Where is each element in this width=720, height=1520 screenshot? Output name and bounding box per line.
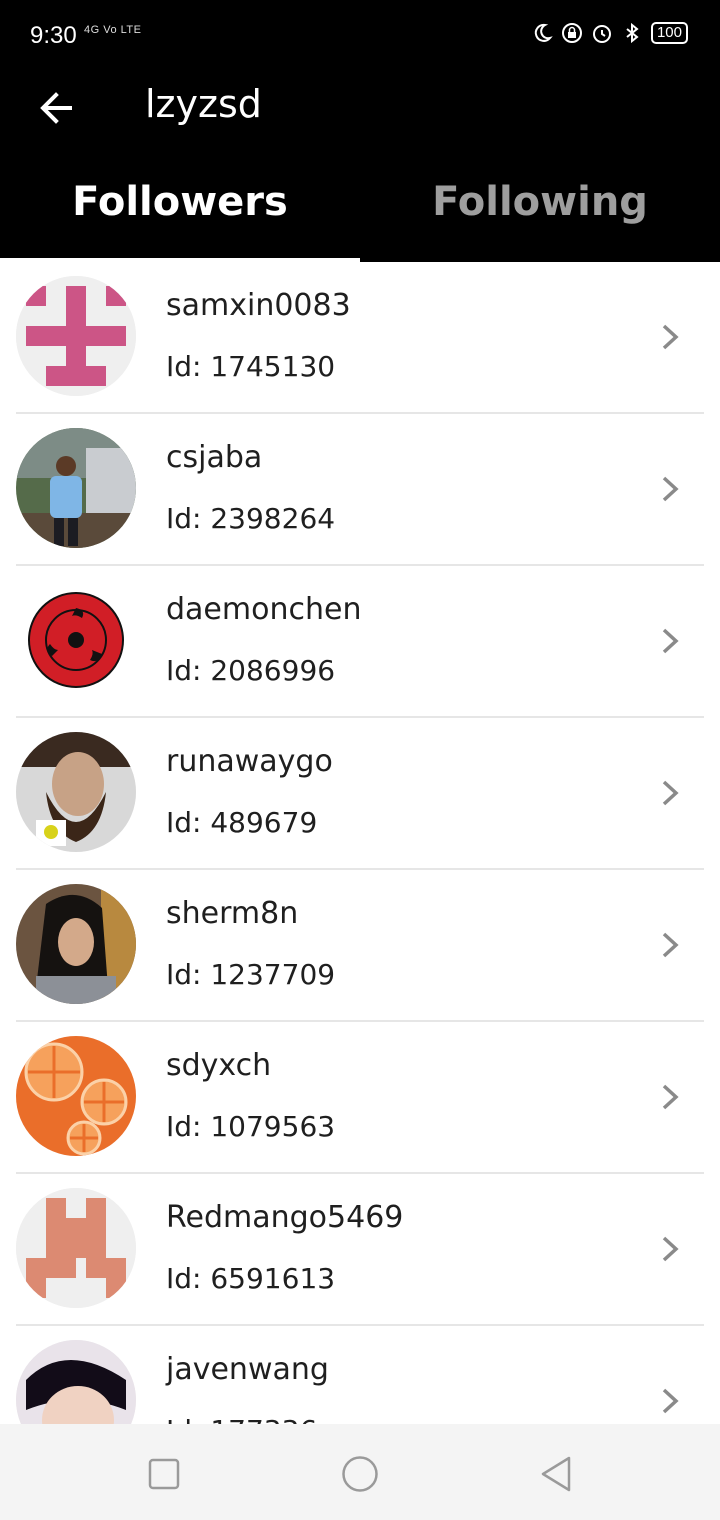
chevron-right-icon <box>662 1084 679 1110</box>
follower-id: Id: 177336 <box>166 1414 317 1424</box>
system-nav-bar <box>0 1424 720 1520</box>
follower-name: sherm8n <box>166 896 299 931</box>
followers-list: samxin0083 Id: 1745130 csjaba Id: 239826… <box>0 262 720 1424</box>
square-icon <box>148 1458 180 1490</box>
chevron-right-icon <box>662 1388 679 1414</box>
lock-icon <box>561 23 582 43</box>
list-item[interactable]: samxin0083 Id: 1745130 <box>16 262 704 414</box>
follower-id: Id: 1237709 <box>166 958 336 991</box>
tab-bar: Followers Following <box>0 150 720 262</box>
follower-id: Id: 6591613 <box>166 1262 336 1295</box>
list-item[interactable]: daemonchen Id: 2086996 <box>16 566 704 718</box>
list-item[interactable]: runawaygo Id: 489679 <box>16 718 704 870</box>
list-item[interactable]: javenwang Id: 177336 <box>16 1326 704 1424</box>
circle-icon <box>342 1456 378 1492</box>
bluetooth-icon <box>626 22 639 44</box>
list-item[interactable]: csjaba Id: 2398264 <box>16 414 704 566</box>
status-bar: 9:30 4G Vo LTE 100 <box>0 0 720 70</box>
follower-name: sdyxch <box>166 1048 272 1083</box>
follower-name: daemonchen <box>166 592 362 627</box>
follower-name: csjaba <box>166 440 263 475</box>
back-button[interactable] <box>34 86 78 130</box>
app-bar: lzyzsd <box>0 70 720 150</box>
follower-name: samxin0083 <box>166 288 351 323</box>
chevron-right-icon <box>662 932 679 958</box>
chevron-right-icon <box>662 324 679 350</box>
moon-icon <box>534 23 553 42</box>
follower-id: Id: 489679 <box>166 806 318 839</box>
avatar <box>16 884 136 1004</box>
triangle-back-icon <box>541 1456 571 1492</box>
follower-name: Redmango5469 <box>166 1200 404 1235</box>
chevron-right-icon <box>662 780 679 806</box>
tab-followers[interactable]: Followers <box>0 150 360 262</box>
arrow-left-icon <box>40 92 72 124</box>
chevron-right-icon <box>662 1236 679 1262</box>
avatar <box>16 1036 136 1156</box>
list-item[interactable]: sdyxch Id: 1079563 <box>16 1022 704 1174</box>
tab-following[interactable]: Following <box>360 150 720 262</box>
battery-indicator: 100 <box>650 22 688 44</box>
follower-name: javenwang <box>166 1352 329 1387</box>
chevron-right-icon <box>662 476 679 502</box>
avatar <box>16 428 136 548</box>
chevron-right-icon <box>662 628 679 654</box>
avatar <box>16 1340 136 1424</box>
list-item[interactable]: Redmango5469 Id: 6591613 <box>16 1174 704 1326</box>
status-time: 9:30 <box>30 22 77 49</box>
avatar <box>16 1188 136 1308</box>
follower-id: Id: 1079563 <box>166 1110 336 1143</box>
alarm-icon <box>592 25 611 43</box>
follower-id: Id: 2086996 <box>166 654 336 687</box>
page-title: lzyzsd <box>145 82 262 126</box>
avatar <box>16 732 136 852</box>
list-item[interactable]: sherm8n Id: 1237709 <box>16 870 704 1022</box>
follower-id: Id: 2398264 <box>166 502 336 535</box>
status-icons: 100 <box>531 22 688 44</box>
system-back-button[interactable] <box>534 1452 578 1496</box>
recents-button[interactable] <box>142 1452 186 1496</box>
avatar <box>16 580 136 700</box>
home-button[interactable] <box>338 1452 382 1496</box>
avatar <box>16 276 136 396</box>
follower-name: runawaygo <box>166 744 333 779</box>
network-indicator: 4G Vo LTE <box>84 24 142 36</box>
follower-id: Id: 1745130 <box>166 350 336 383</box>
